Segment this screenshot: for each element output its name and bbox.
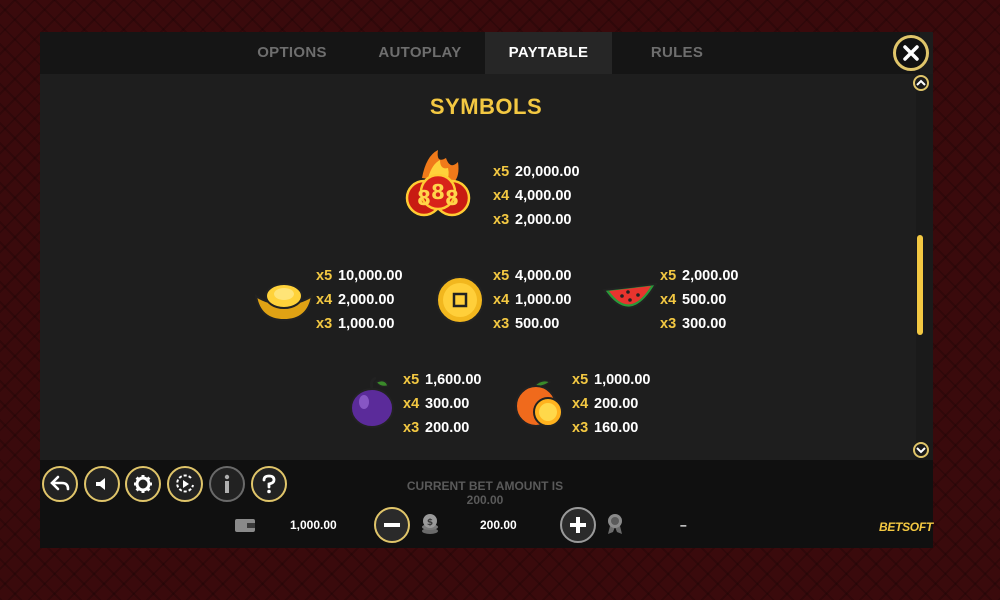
tab-rules[interactable]: RULES bbox=[615, 32, 739, 74]
svg-text:$: $ bbox=[427, 518, 433, 528]
info-button[interactable] bbox=[209, 466, 245, 502]
wallet-icon bbox=[234, 517, 256, 538]
sound-button[interactable] bbox=[84, 466, 120, 502]
balance-value: 1,000.00 bbox=[290, 518, 337, 532]
scroll-thumb[interactable] bbox=[917, 235, 923, 335]
888-coins-icon: 8 8 8 bbox=[402, 148, 474, 233]
watermelon-icon bbox=[602, 280, 658, 325]
svg-text:8: 8 bbox=[417, 186, 431, 210]
paytable-panel: OPTIONS AUTOPLAY PAYTABLE RULES SYMBOLS … bbox=[40, 32, 933, 548]
minus-icon bbox=[384, 523, 400, 527]
decrease-bet-button[interactable] bbox=[374, 507, 410, 543]
section-title: SYMBOLS bbox=[429, 94, 543, 119]
paytable-values: x5 20,000.00 x4 4,000.00 x3 2,000.00 bbox=[493, 164, 580, 228]
tab-paytable[interactable]: PAYTABLE bbox=[485, 32, 612, 74]
paytable-values: x5 1,600.00 x4 300.00 x3 200.00 bbox=[403, 372, 482, 436]
win-medal-icon bbox=[605, 513, 625, 540]
speaker-icon bbox=[96, 478, 105, 490]
control-bar: CURRENT BET AMOUNT IS 200.00 1,000.00 $ … bbox=[40, 460, 933, 548]
tab-autoplay[interactable]: AUTOPLAY bbox=[358, 32, 482, 74]
help-button[interactable] bbox=[251, 466, 287, 502]
svg-text:8: 8 bbox=[431, 180, 445, 204]
settings-button[interactable] bbox=[125, 466, 161, 502]
back-arrow-icon bbox=[50, 475, 70, 491]
win-value: – bbox=[680, 518, 687, 532]
paytable-values: x5 4,000.00 x4 1,000.00 x3 500.00 bbox=[493, 268, 572, 332]
scroll-down-button[interactable] bbox=[913, 442, 929, 458]
autoplay-icon bbox=[176, 474, 194, 493]
chevron-down-icon bbox=[916, 447, 926, 454]
scroll-up-button[interactable] bbox=[913, 75, 929, 91]
question-icon bbox=[262, 474, 276, 494]
close-button[interactable] bbox=[893, 35, 929, 71]
betsoft-logo: BETSOFT bbox=[879, 520, 933, 534]
gold-coin-icon bbox=[434, 274, 486, 331]
bet-value: 200.00 bbox=[480, 518, 517, 532]
svg-text:8: 8 bbox=[445, 186, 459, 210]
bet-message: CURRENT BET AMOUNT IS 200.00 bbox=[406, 479, 564, 507]
close-icon bbox=[903, 45, 919, 61]
increase-bet-button[interactable] bbox=[560, 507, 596, 543]
tab-bar: OPTIONS AUTOPLAY PAYTABLE RULES bbox=[40, 32, 920, 74]
plus-icon bbox=[570, 517, 586, 533]
info-icon bbox=[224, 474, 230, 493]
paytable-values: x5 1,000.00 x4 200.00 x3 160.00 bbox=[572, 372, 651, 436]
plum-icon bbox=[346, 376, 398, 435]
paytable-values: x5 10,000.00 x4 2,000.00 x3 1,000.00 bbox=[316, 268, 403, 332]
tab-options[interactable]: OPTIONS bbox=[232, 32, 352, 74]
gear-icon bbox=[134, 475, 152, 493]
paytable-values: x5 2,000.00 x4 500.00 x3 300.00 bbox=[660, 268, 739, 332]
autoplay-button[interactable] bbox=[167, 466, 203, 502]
gold-ingot-icon bbox=[252, 276, 316, 329]
back-button[interactable] bbox=[42, 466, 78, 502]
orange-icon bbox=[512, 376, 568, 435]
chevron-up-icon bbox=[916, 79, 926, 86]
coins-icon: $ bbox=[420, 513, 440, 540]
